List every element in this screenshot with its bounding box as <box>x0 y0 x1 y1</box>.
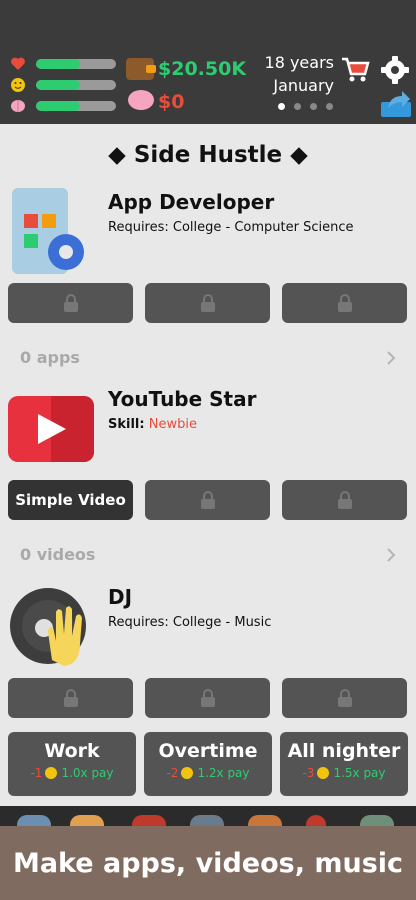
work-label: Work <box>44 740 100 762</box>
side-hustle-panel: ◆ Side Hustle ◆ App Developer Requires: … <box>0 124 416 806</box>
pay-multiplier: 1.5x pay <box>333 766 386 780</box>
pay-multiplier: 1.0x pay <box>61 766 114 780</box>
videos-count-row[interactable]: 0 videos <box>0 545 416 573</box>
happiness-cost: -1 <box>30 766 43 780</box>
health-stat <box>10 56 116 72</box>
piggy-bank-icon <box>128 90 154 110</box>
simple-video-button[interactable]: Simple Video <box>8 480 133 520</box>
wallet-icon <box>126 58 156 80</box>
chevron-right-icon <box>387 548 396 562</box>
lock-icon <box>337 491 352 509</box>
health-bar-fill <box>36 59 80 69</box>
videos-count: 0 videos <box>20 545 96 564</box>
skill-key: Skill: <box>108 417 145 432</box>
locked-slot[interactable] <box>145 283 270 323</box>
all-nighter-meta: -3 1.5x pay <box>280 766 408 780</box>
smile-icon <box>317 767 330 779</box>
apps-count-row[interactable]: 0 apps <box>0 348 416 376</box>
smarts-stat <box>10 98 116 114</box>
smile-icon <box>181 767 194 779</box>
page-dot <box>278 103 285 110</box>
overtime-label: Overtime <box>158 740 258 762</box>
job-title-dj: DJ <box>108 585 133 609</box>
job-title-youtube-star: YouTube Star <box>108 387 257 411</box>
overtime-button[interactable]: Overtime -2 1.2x pay <box>144 732 272 796</box>
heart-icon <box>11 57 25 70</box>
all-nighter-button[interactable]: All nighter -3 1.5x pay <box>280 732 408 796</box>
savings-value: $0 <box>158 91 185 113</box>
overtime-meta: -2 1.2x pay <box>144 766 272 780</box>
lock-icon <box>200 689 215 707</box>
promo-banner: Make apps, videos, music <box>0 826 416 900</box>
happiness-stat <box>10 77 116 93</box>
gear-icon[interactable] <box>380 55 410 85</box>
dj-record-icon <box>10 588 86 666</box>
happiness-bar-fill <box>36 80 80 90</box>
brain-icon <box>11 100 25 112</box>
section-title: ◆ Side Hustle ◆ <box>108 142 308 168</box>
pay-multiplier: 1.2x pay <box>197 766 250 780</box>
lock-icon <box>337 689 352 707</box>
locked-slot[interactable] <box>282 283 407 323</box>
month-label: January <box>273 76 334 95</box>
locked-slot[interactable] <box>282 678 407 718</box>
work-meta: -1 1.0x pay <box>8 766 136 780</box>
job-skill: Skill: Newbie <box>108 417 197 432</box>
locked-slot[interactable] <box>145 678 270 718</box>
lock-icon <box>63 294 78 312</box>
apps-count: 0 apps <box>20 348 80 367</box>
chevron-right-icon <box>387 351 396 365</box>
lock-icon <box>200 491 215 509</box>
money-value: $20.50K <box>158 58 247 80</box>
happiness-bar <box>36 80 116 90</box>
lock-icon <box>200 294 215 312</box>
status-bar: $20.50K $0 18 years January <box>0 0 416 124</box>
age-label: 18 years <box>264 53 334 72</box>
health-bar <box>36 59 116 69</box>
smile-icon <box>45 767 58 779</box>
job-title-app-developer: App Developer <box>108 190 275 214</box>
happiness-cost: -3 <box>302 766 315 780</box>
shopping-cart-icon[interactable] <box>340 54 370 84</box>
youtube-icon <box>8 396 94 462</box>
locked-slot[interactable] <box>145 480 270 520</box>
lock-icon <box>63 689 78 707</box>
smile-icon <box>11 78 25 92</box>
page-indicator <box>278 103 333 110</box>
app-developer-icon <box>12 188 84 274</box>
work-button[interactable]: Work -1 1.0x pay <box>8 732 136 796</box>
locked-slot[interactable] <box>8 678 133 718</box>
smarts-bar-fill <box>36 101 80 111</box>
share-icon[interactable] <box>380 88 412 118</box>
happiness-cost: -2 <box>166 766 179 780</box>
locked-slot[interactable] <box>8 283 133 323</box>
page-dot <box>326 103 333 110</box>
skill-value: Newbie <box>148 417 197 432</box>
locked-slot[interactable] <box>282 480 407 520</box>
all-nighter-label: All nighter <box>287 740 401 762</box>
page-dot <box>310 103 317 110</box>
lock-icon <box>337 294 352 312</box>
promo-text: Make apps, videos, music <box>12 847 404 879</box>
smarts-bar <box>36 101 116 111</box>
job-requirement: Requires: College - Computer Science <box>108 220 354 235</box>
job-requirement: Requires: College - Music <box>108 615 272 630</box>
page-dot <box>294 103 301 110</box>
